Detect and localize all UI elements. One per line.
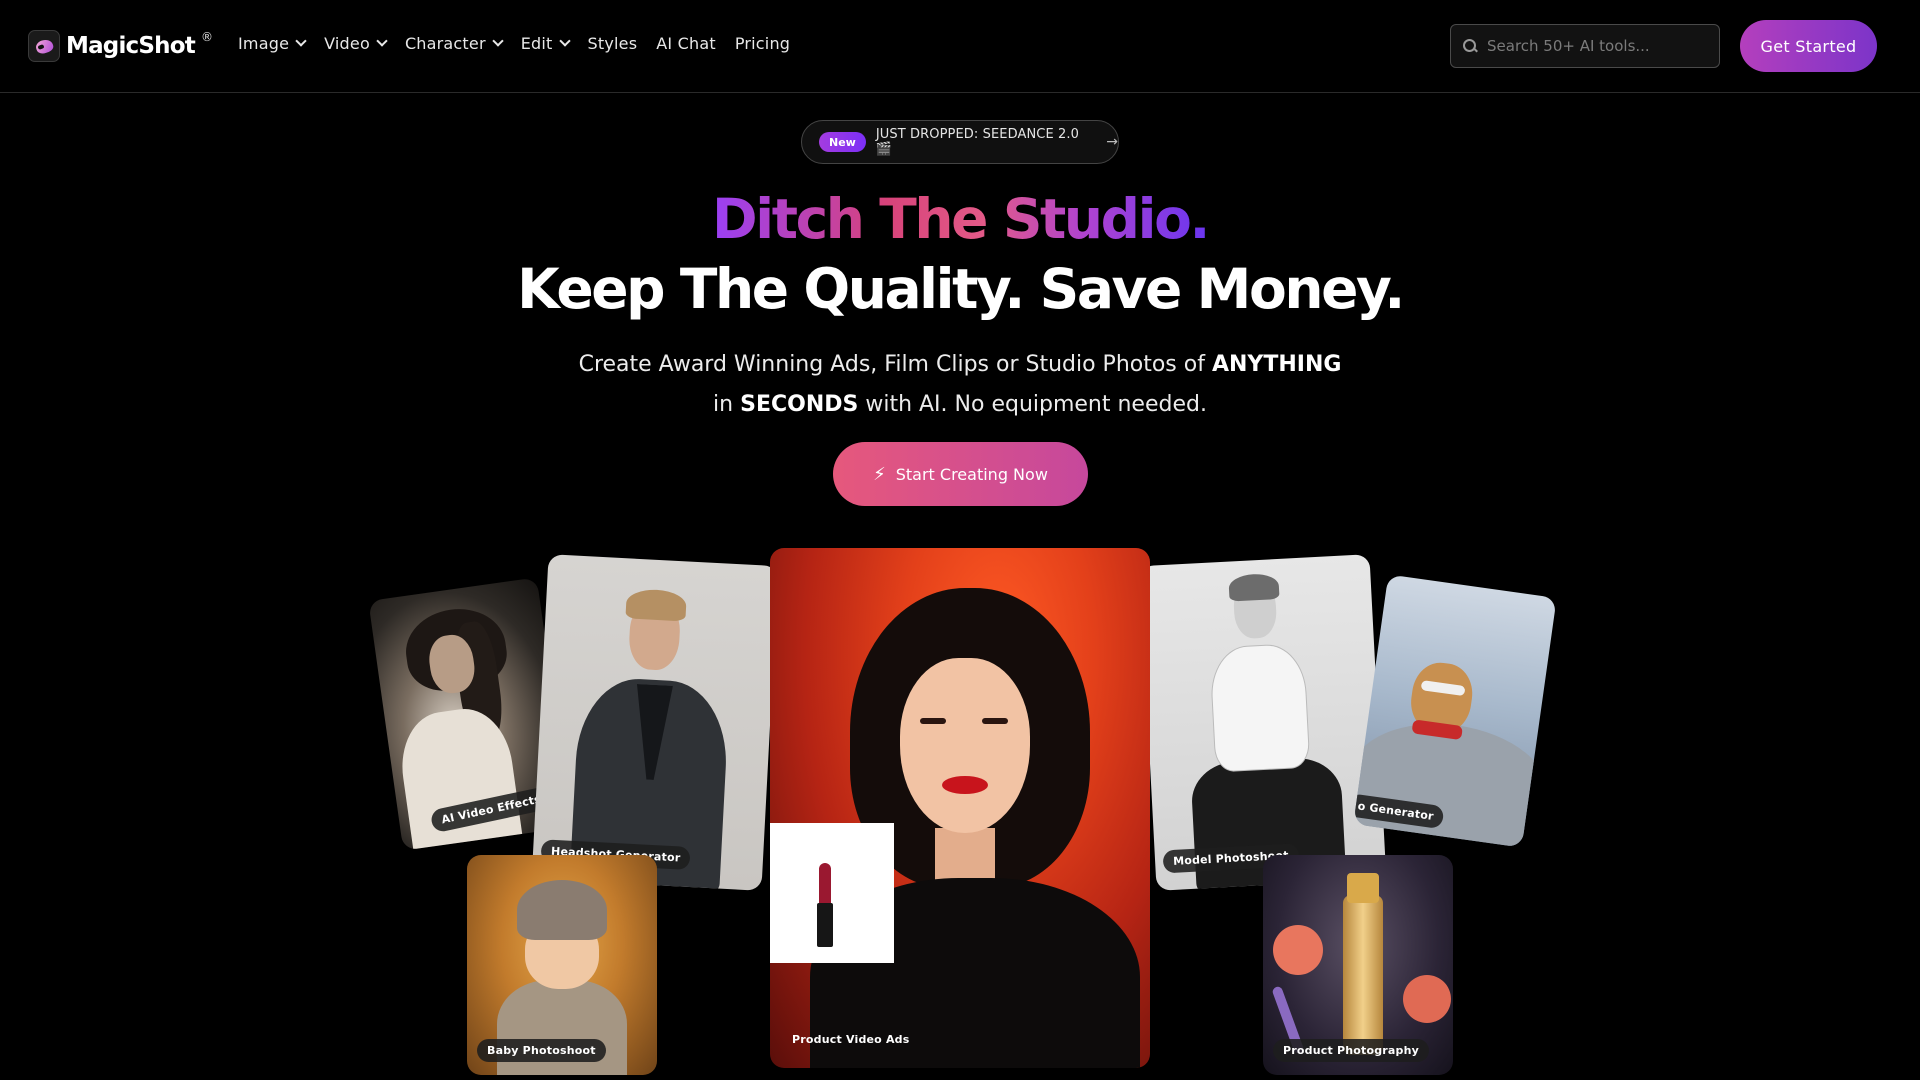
nav-item-label: Edit xyxy=(520,34,553,53)
card-image-part xyxy=(1343,895,1383,1055)
search-box[interactable] xyxy=(1450,24,1720,68)
get-started-button[interactable]: Get Started xyxy=(1740,20,1877,72)
card-product-photography[interactable]: Product Photography xyxy=(1263,855,1453,1075)
card-label: Product Photography xyxy=(1273,1039,1430,1062)
search-icon xyxy=(1463,39,1477,53)
top-navbar: MagicShot ® Image Video Character Edit S… xyxy=(0,0,1920,93)
nav-item-character[interactable]: Character xyxy=(404,34,504,53)
nav-item-label: Pricing xyxy=(734,34,791,53)
nav-menu: Image Video Character Edit Styles AI Cha… xyxy=(238,34,809,53)
card-image-part xyxy=(1347,873,1379,903)
chevron-down-icon xyxy=(376,35,388,47)
card-model-photoshoot[interactable]: Model Photoshoot xyxy=(1139,554,1387,891)
chevron-down-icon xyxy=(295,35,307,47)
card-video-generator[interactable]: o Generator xyxy=(1353,574,1557,848)
nav-item-edit[interactable]: Edit xyxy=(520,34,571,53)
announcement-text: JUST DROPPED: SEEDANCE 2.0 🎬 xyxy=(875,127,1079,157)
start-creating-label: Start Creating Now xyxy=(895,464,1048,484)
start-creating-button[interactable]: ⚡ Start Creating Now xyxy=(833,442,1088,506)
headline-gradient-text: Ditch The Studio. xyxy=(712,187,1210,251)
lipstick-case xyxy=(817,903,833,947)
chevron-down-icon xyxy=(558,35,571,47)
announcement-pill[interactable]: New JUST DROPPED: SEEDANCE 2.0 🎬 → xyxy=(801,120,1119,164)
nav-item-image[interactable]: Image xyxy=(238,34,307,53)
card-label: Baby Photoshoot xyxy=(477,1039,606,1062)
lipstick-tip xyxy=(819,863,831,903)
magicshot-logo-icon xyxy=(28,30,60,62)
subtitle-text: in xyxy=(713,392,741,417)
card-image-part xyxy=(394,703,525,851)
subtitle-emphasis: SECONDS xyxy=(740,392,859,417)
card-image-part xyxy=(1228,572,1280,602)
card-image-part xyxy=(900,658,1030,833)
headline-secondary: Keep The Quality. Save Money. xyxy=(517,257,1405,321)
nav-item-label: Styles xyxy=(587,34,638,53)
card-image-part xyxy=(1403,975,1451,1023)
lipstick-product-image xyxy=(770,823,894,963)
nav-item-label: Character xyxy=(404,34,486,53)
card-label: Product Video Ads xyxy=(792,1033,910,1046)
card-headshot-generator[interactable]: Headshot Generator xyxy=(531,554,779,891)
headline-primary: Ditch The Studio. xyxy=(0,184,1920,254)
search-input[interactable] xyxy=(1487,37,1707,55)
logo-text: MagicShot xyxy=(66,33,196,59)
brand-logo[interactable]: MagicShot ® xyxy=(28,30,213,62)
card-image-part xyxy=(1273,925,1323,975)
card-image-part xyxy=(517,880,607,940)
nav-item-label: AI Chat xyxy=(656,34,716,53)
new-badge: New xyxy=(819,132,866,152)
card-product-video-ads[interactable]: Product Video Ads xyxy=(770,548,1150,1068)
nav-item-styles[interactable]: Styles xyxy=(588,34,638,53)
card-image-part xyxy=(1209,642,1311,773)
chevron-down-icon xyxy=(492,35,504,47)
card-image-part xyxy=(942,776,988,794)
card-image-part xyxy=(625,588,687,622)
nav-item-ai-chat[interactable]: AI Chat xyxy=(656,34,716,53)
hero-subtitle: Create Award Winning Ads, Film Clips or … xyxy=(0,345,1920,425)
nav-item-video[interactable]: Video xyxy=(324,34,388,53)
card-image-part xyxy=(920,718,946,724)
nav-item-label: Image xyxy=(238,34,290,53)
registered-mark: ® xyxy=(200,30,213,44)
card-baby-photoshoot[interactable]: Baby Photoshoot xyxy=(467,855,657,1075)
subtitle-text: with AI. No equipment needed. xyxy=(858,392,1207,417)
lightning-icon: ⚡ xyxy=(873,463,886,485)
nav-item-pricing[interactable]: Pricing xyxy=(735,34,790,53)
arrow-right-icon: → xyxy=(1106,134,1118,150)
subtitle-text: Create Award Winning Ads, Film Clips or … xyxy=(578,352,1212,377)
nav-item-label: Video xyxy=(324,34,370,53)
card-image-part xyxy=(982,718,1008,724)
subtitle-emphasis: ANYTHING xyxy=(1211,352,1342,377)
